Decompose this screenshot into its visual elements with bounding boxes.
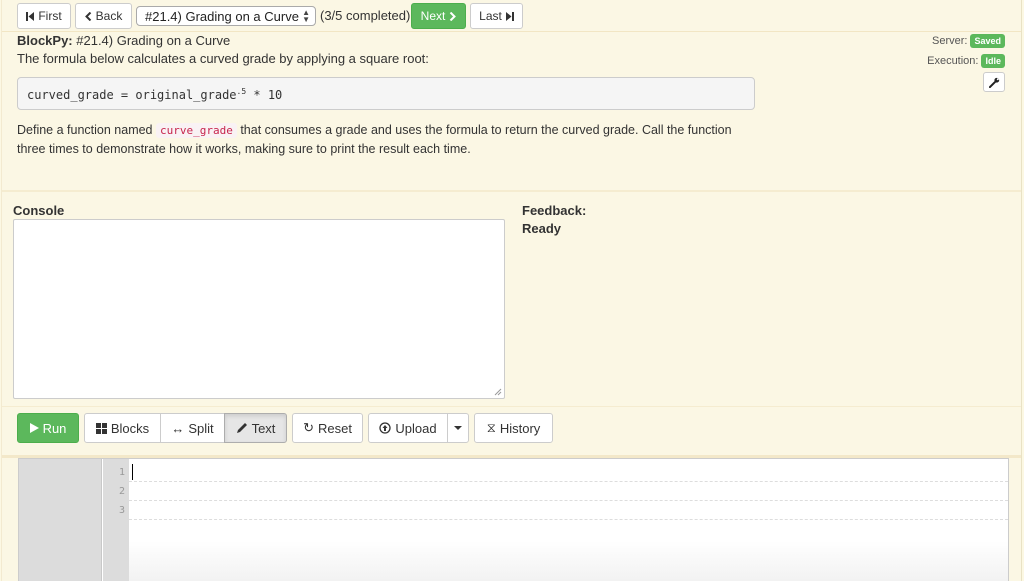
- blocks-mode-button[interactable]: Blocks: [84, 413, 161, 443]
- run-label: Run: [42, 420, 67, 436]
- problem-intro: The formula below calculates a curved gr…: [17, 51, 429, 66]
- refresh-icon: ↻: [303, 420, 314, 435]
- reset-label: Reset: [317, 420, 352, 436]
- feedback-text: Ready: [522, 221, 562, 236]
- chevron-left-icon: [84, 11, 91, 21]
- horizontal-arrows-icon: ↔: [171, 420, 185, 436]
- line-number: 1: [118, 467, 125, 478]
- pencil-icon: [236, 423, 247, 433]
- assignment-select-value: #21.4) Grading on a Curve: [145, 8, 299, 24]
- text-label: Text: [251, 420, 276, 436]
- brand-label: BlockPy:: [17, 33, 73, 48]
- text-mode-button[interactable]: Text: [224, 413, 287, 443]
- blockpy-frame: First Back #21.4) Grading on a Curve ▲ ▼ …: [1, 0, 1022, 581]
- formula-code-block: curved_grade = original_grade.5 * 10: [17, 77, 755, 110]
- blocks-grid-icon: [95, 422, 107, 434]
- back-label: Back: [95, 9, 123, 23]
- first-button[interactable]: First: [17, 3, 71, 29]
- caret-down-icon: [454, 425, 462, 430]
- editor-fade: [129, 541, 1008, 581]
- upload-button[interactable]: Upload: [368, 413, 448, 443]
- assignment-title: #21.4) Grading on a Curve: [72, 33, 231, 48]
- line-number: 3: [118, 505, 125, 516]
- reset-button[interactable]: ↻ Reset: [292, 413, 363, 443]
- split-mode-button[interactable]: ↔ Split: [160, 413, 225, 443]
- execution-status-badge: Idle: [981, 54, 1005, 68]
- editor-side-gutter: [19, 459, 102, 581]
- play-icon: [29, 423, 39, 433]
- console-label: Console: [13, 203, 65, 218]
- execution-label: Execution:: [927, 55, 979, 67]
- formula-exponent: .5: [236, 87, 247, 96]
- last-label: Last: [479, 9, 502, 23]
- wrench-icon: [988, 77, 999, 88]
- status-panel: Server: Saved Execution: Idle: [927, 31, 1005, 71]
- first-label: First: [38, 9, 62, 23]
- description-text-1: Define a function named: [17, 123, 156, 137]
- history-button[interactable]: ⧖ History: [474, 413, 553, 443]
- upload-label: Upload: [395, 420, 437, 436]
- server-status-badge: Saved: [970, 34, 1005, 48]
- function-name-code: curve_grade: [155, 123, 237, 138]
- code-editor[interactable]: 1 2 3: [18, 458, 1009, 581]
- text-cursor: [132, 464, 133, 480]
- chevron-right-icon: [450, 11, 457, 21]
- upload-circle-icon: [379, 422, 392, 434]
- hourglass-icon: ⧖: [486, 420, 496, 435]
- line-number: 2: [118, 486, 125, 497]
- blocks-label: Blocks: [110, 420, 150, 436]
- back-button[interactable]: Back: [75, 3, 132, 29]
- last-button[interactable]: Last: [470, 3, 523, 29]
- upload-dropdown-toggle[interactable]: [447, 413, 469, 443]
- problem-title: BlockPy: #21.4) Grading on a Curve: [17, 33, 230, 48]
- feedback-label: Feedback:: [522, 203, 587, 218]
- resize-grip-icon[interactable]: [494, 388, 502, 396]
- next-button[interactable]: Next: [411, 3, 466, 29]
- console-output[interactable]: [13, 219, 505, 399]
- server-label: Server:: [932, 35, 968, 47]
- history-label: History: [499, 420, 541, 436]
- next-label: Next: [420, 9, 446, 23]
- assignment-select[interactable]: #21.4) Grading on a Curve ▲ ▼: [136, 6, 316, 26]
- editor-line[interactable]: [129, 463, 1008, 482]
- divider: [2, 406, 1021, 407]
- editor-line[interactable]: [129, 501, 1008, 520]
- formula-multiplier: * 10: [246, 88, 283, 102]
- progress-text: (3/5 completed): [320, 8, 411, 23]
- divider: [2, 190, 1021, 192]
- select-arrows-icon: ▲ ▼: [302, 8, 310, 24]
- split-label: Split: [188, 420, 214, 436]
- run-button[interactable]: Run: [17, 413, 79, 443]
- settings-button[interactable]: [983, 72, 1005, 92]
- problem-description: Define a function named curve_grade that…: [17, 121, 757, 158]
- skip-last-icon: [505, 11, 514, 21]
- formula-lhs: curved_grade = original_grade: [27, 88, 237, 102]
- assignment-nav: First Back #21.4) Grading on a Curve ▲ ▼ …: [2, 0, 1021, 32]
- skip-first-icon: [26, 11, 35, 21]
- editor-line[interactable]: [129, 482, 1008, 501]
